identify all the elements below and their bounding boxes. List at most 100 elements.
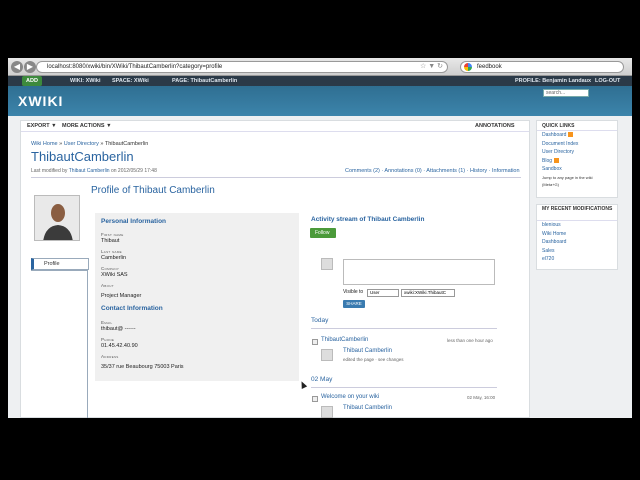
quick-link-label: Blog	[542, 157, 553, 164]
user-avatar	[321, 349, 333, 361]
visible-label: Visible to	[343, 289, 364, 295]
event-time: 02 May, 16:00	[467, 395, 496, 400]
user-avatar	[321, 406, 333, 418]
profile-side-tab[interactable]: Profile	[31, 258, 89, 270]
address-bar[interactable]: localhost:8080/xwiki/bin/XWiki/ThibautCa…	[36, 61, 448, 73]
browser-search-text: feedbook	[477, 64, 502, 70]
page-menu[interactable]: PAGE: ThibautCamberlin	[172, 76, 237, 86]
event-user-link[interactable]: Thibaut Camberlin	[343, 405, 392, 411]
recent-modifications-heading: MY RECENT MODIFICATIONS	[537, 205, 617, 221]
phone-value: 01.45.42.40.90	[101, 343, 138, 349]
activity-heading: Activity stream of Thibaut Camberlin	[311, 216, 425, 223]
avatar-image	[35, 196, 79, 240]
quick-links-heading: QUICK LINKS	[537, 121, 617, 131]
jump-shortcut: (Meta+G)	[542, 182, 560, 187]
export-menu[interactable]: EXPORT ▼	[27, 121, 57, 132]
browser-search-input[interactable]: feedbook	[460, 61, 624, 73]
quick-link-document-index[interactable]: Document Index	[537, 140, 617, 149]
visibility-select[interactable]: User	[367, 289, 399, 297]
quick-link-user-directory[interactable]: User Directory	[537, 148, 617, 157]
forward-icon[interactable]: ▶	[24, 61, 36, 73]
page-icon	[312, 396, 318, 402]
browser-toolbar: ◀ ▶ localhost:8080/xwiki/bin/XWiki/Thiba…	[8, 58, 632, 76]
profile-menu[interactable]: PROFILE: Benjamin Landaux	[515, 76, 591, 86]
quick-link-sandbox[interactable]: Sandbox	[537, 165, 617, 174]
about-label: About	[101, 283, 114, 288]
breadcrumb-current: ThibautCamberlin	[104, 141, 149, 147]
jump-hint: Jump to any page in the wiki	[542, 174, 593, 180]
xwiki-header: XWIKI search...	[8, 86, 632, 116]
side-tab-border	[31, 270, 88, 271]
avatar	[34, 195, 80, 241]
main-content: EXPORT ▼ MORE ACTIONS ▼ ANNOTATIONS Wiki…	[20, 120, 530, 418]
day-label: 02 May	[311, 376, 333, 383]
breadcrumb-user-directory[interactable]: User Directory	[64, 141, 99, 147]
browser-window: ◀ ▶ localhost:8080/xwiki/bin/XWiki/Thiba…	[8, 58, 632, 418]
action-bar: EXPORT ▼ MORE ACTIONS ▼ ANNOTATIONS	[21, 121, 529, 132]
first-name-value: Thibaut	[101, 238, 120, 244]
event-user-link[interactable]: Thibaut Camberlin	[343, 348, 392, 354]
company-label: Company	[101, 266, 120, 271]
event-description: edited the page · see changes	[343, 357, 404, 362]
modified-date: on 2012/05/29 17:48	[110, 168, 157, 174]
profile-info-box: Personal Information First name Thibaut …	[95, 213, 299, 381]
recent-modifications-panel: MY RECENT MODIFICATIONS blenious Wiki Ho…	[536, 204, 618, 270]
profile-tab-label: Profile	[44, 261, 60, 267]
page-icon	[312, 339, 318, 345]
quick-link-blog[interactable]: Blog	[537, 157, 617, 166]
address-label: Address	[101, 354, 119, 359]
last-modified: Last modified by Thibaut Camberlin on 20…	[31, 168, 157, 174]
day-label: Today	[311, 317, 329, 324]
rss-icon[interactable]	[568, 132, 574, 138]
logout-link[interactable]: LOG-OUT	[595, 76, 620, 86]
rss-icon[interactable]	[554, 157, 560, 163]
about-value: Project Manager	[101, 293, 142, 299]
recent-item[interactable]: Sales	[537, 247, 617, 256]
personal-info-heading: Personal Information	[101, 218, 167, 225]
google-icon	[464, 63, 472, 71]
quick-links-panel: QUICK LINKS Dashboard Document Index Use…	[536, 120, 618, 198]
add-menu[interactable]: ADD	[22, 76, 42, 86]
visibility-target-input[interactable]: xwiki:XWiki.ThibautC	[401, 289, 455, 297]
space-menu[interactable]: SPACE: XWiki	[112, 76, 149, 86]
annotations-button[interactable]: ANNOTATIONS	[475, 121, 515, 132]
phone-label: Phone	[101, 337, 115, 342]
xwiki-logo[interactable]: XWIKI	[18, 93, 63, 109]
side-tab-border	[87, 270, 88, 418]
event-title-link[interactable]: ThibautCamberlin	[321, 337, 368, 343]
quick-link-dashboard[interactable]: Dashboard	[537, 131, 617, 140]
event-title-link[interactable]: Welcome on your wiki	[321, 394, 379, 400]
contact-info-heading: Contact Information	[101, 305, 163, 312]
url-text: localhost:8080/xwiki/bin/XWiki/ThibautCa…	[47, 64, 223, 70]
recent-item[interactable]: Wiki Home	[537, 230, 617, 239]
more-actions-menu[interactable]: MORE ACTIONS ▼	[62, 121, 112, 132]
back-icon[interactable]: ◀	[11, 61, 23, 73]
xwiki-top-menu: ADD WIKI: XWiki SPACE: XWiki PAGE: Thiba…	[8, 76, 632, 86]
last-name-label: Last name	[101, 249, 122, 254]
address-value: 35/37 rue Beaubourg 75003 Paris	[101, 364, 184, 370]
quick-link-label: Dashboard	[542, 132, 567, 138]
doc-extra-tabs[interactable]: Comments (2) · Annotations (0) · Attachm…	[345, 168, 520, 174]
recent-item[interactable]: Dashboard	[537, 238, 617, 247]
user-avatar	[321, 258, 333, 270]
email-label: Email	[101, 320, 113, 325]
breadcrumb-home[interactable]: Wiki Home	[31, 141, 58, 147]
day-divider	[311, 387, 497, 388]
email-value: thibaut@ ------	[101, 326, 136, 332]
breadcrumb: Wiki Home » User Directory » ThibautCamb…	[31, 141, 149, 147]
share-button[interactable]: SHARE	[343, 300, 365, 308]
wiki-menu[interactable]: WIKI: XWiki	[70, 76, 101, 86]
follow-button[interactable]: Follow	[310, 228, 336, 238]
reload-icon[interactable]: ☆ ▼ ↻	[420, 62, 443, 72]
profile-heading: Profile of Thibaut Camberlin	[91, 185, 215, 196]
day-divider	[311, 328, 497, 329]
wiki-search-input[interactable]: search...	[543, 89, 589, 97]
event-time: less than one hour ago	[447, 338, 493, 343]
status-textarea[interactable]	[343, 259, 495, 285]
recent-item[interactable]: el720	[537, 255, 617, 264]
modified-prefix: Last modified by	[31, 168, 68, 174]
company-value: XWiki SAS	[101, 272, 128, 278]
modified-user-link[interactable]: Thibaut Camberlin	[69, 168, 110, 174]
recent-item[interactable]: blenious	[537, 221, 617, 230]
divider	[31, 177, 521, 178]
